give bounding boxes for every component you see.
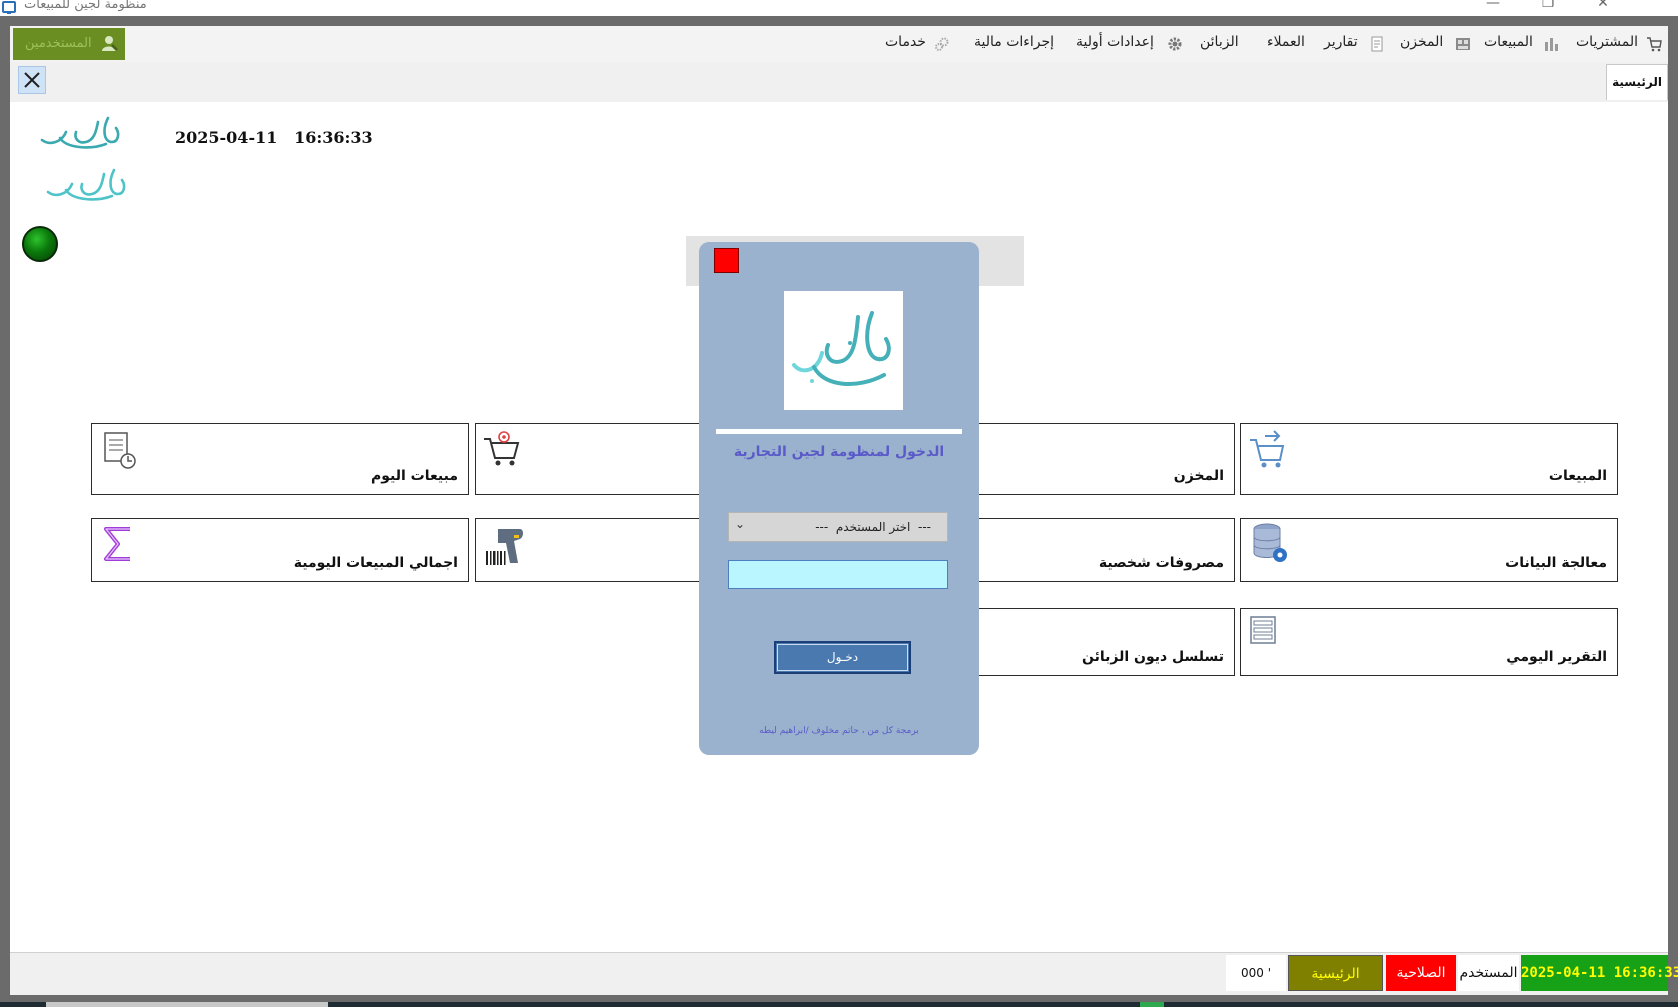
cart-arrow-icon xyxy=(1250,430,1285,468)
login-button[interactable]: دخـول xyxy=(774,641,911,674)
card-today-sales[interactable]: مبيعات اليوم xyxy=(91,423,469,495)
status-code-mark: ' xyxy=(1267,966,1272,980)
main-datetime: 2025-04-11 16:36:33 xyxy=(175,128,373,147)
card-store[interactable]: المخزن xyxy=(965,423,1235,495)
status-user-label: المستخدم xyxy=(1458,955,1519,991)
chevron-down-icon: ⌄ xyxy=(735,517,746,531)
user-select[interactable]: --- اختر المستخدم --- ⌄ xyxy=(728,512,948,542)
close-tab-button[interactable] xyxy=(18,66,46,94)
minimize-button[interactable]: — xyxy=(1470,0,1516,15)
close-icon xyxy=(24,72,40,88)
card-daily-report[interactable]: التقرير اليومي xyxy=(1240,608,1618,676)
barcode-scanner-icon xyxy=(486,529,523,565)
status-indicator xyxy=(22,226,58,262)
window-frame-left xyxy=(0,16,10,1007)
title-bar: منظومة لجين للمبيعات — ❐ ✕ xyxy=(0,0,1678,16)
sales-document-icon xyxy=(104,432,136,469)
users-button-label: المستخدمين xyxy=(25,36,92,51)
menu-reports[interactable]: تقارير xyxy=(1324,34,1358,56)
dialog-close-button[interactable] xyxy=(714,248,739,273)
card-personal-expenses-label: مصروفات شخصية xyxy=(1098,555,1224,571)
report-grid-icon xyxy=(1250,616,1276,644)
password-input[interactable] xyxy=(728,560,948,589)
card-customer-debts[interactable]: تسلسل ديون الزبائن xyxy=(965,608,1235,676)
main-time: 16:36:33 xyxy=(294,128,373,147)
window-title: منظومة لجين للمبيعات xyxy=(24,0,147,12)
menu-purchases[interactable]: المشتريات xyxy=(1576,34,1638,56)
window-frame-right xyxy=(1668,16,1678,1007)
menu-initial-settings[interactable]: إعدادات أولية xyxy=(1076,34,1154,56)
menu-financial-procedures[interactable]: إجراءات مالية xyxy=(974,34,1054,56)
card-daily-sales-total-label: اجمالي المبيعات اليومية xyxy=(293,555,458,571)
status-code-value: 000 xyxy=(1240,966,1264,980)
status-datetime: 2025-04-11 16:36:33 xyxy=(1521,955,1678,991)
taskbar-segment xyxy=(46,1002,328,1007)
cart-icon xyxy=(1647,37,1662,52)
chart-icon xyxy=(1545,38,1558,51)
lujain-logo xyxy=(40,116,126,201)
app-monitor-icon xyxy=(2,1,16,14)
menu-customers[interactable]: الزبائن xyxy=(1200,34,1239,56)
users-button[interactable]: المستخدمين xyxy=(13,28,125,60)
login-logo xyxy=(784,291,903,410)
tab-strip xyxy=(10,62,1668,102)
window-close-button[interactable]: ✕ xyxy=(1580,0,1626,15)
menu-store[interactable]: المخزن xyxy=(1400,34,1443,56)
card-barcode[interactable] xyxy=(475,518,715,582)
menu-clients[interactable]: العملاء xyxy=(1267,34,1305,56)
sigma-icon xyxy=(104,527,130,561)
card-customer-debts-label: تسلسل ديون الزبائن xyxy=(1081,649,1224,665)
card-daily-sales-total[interactable]: اجمالي المبيعات اليومية xyxy=(91,518,469,582)
login-title: الدخول لمنظومة لجين التجارية xyxy=(733,444,945,460)
card-cart[interactable] xyxy=(475,423,715,495)
maximize-button[interactable]: ❐ xyxy=(1525,0,1571,15)
taskbar-strip xyxy=(0,1002,1678,1007)
card-sales[interactable]: المبيعات xyxy=(1240,423,1618,495)
window-frame-top xyxy=(0,16,1678,26)
dialog-divider xyxy=(716,429,962,434)
menu-services[interactable]: خدمات xyxy=(885,34,926,56)
card-data-processing-label: معالجة البيانات xyxy=(1505,555,1607,571)
database-gear-icon xyxy=(1253,523,1287,562)
card-store-label: المخزن xyxy=(1173,468,1224,484)
menu-sales[interactable]: المبيعات xyxy=(1484,34,1533,56)
status-home-button[interactable]: الرئيسية xyxy=(1288,955,1383,991)
user-select-value: --- اختر المستخدم --- xyxy=(815,520,931,534)
card-daily-report-label: التقرير اليومي xyxy=(1506,649,1607,665)
taskbar-indicator xyxy=(1140,1002,1164,1007)
card-today-sales-label: مبيعات اليوم xyxy=(370,468,458,484)
cart-target-icon xyxy=(484,431,520,466)
user-icon xyxy=(102,36,118,51)
store-icon xyxy=(1456,38,1470,50)
status-code: 000 ' xyxy=(1226,955,1286,991)
tab-home[interactable]: الرئيسية xyxy=(1606,64,1668,100)
app-window: منظومة لجين للمبيعات — ❐ ✕ المستخدمين ال… xyxy=(0,0,1678,1007)
credits-text: برمجة كل من ، حاتم مخلوف /ابراهيم ليطه xyxy=(759,726,919,736)
status-permission: الصلاحية xyxy=(1386,955,1456,991)
gears-icon xyxy=(935,37,949,51)
card-sales-label: المبيعات xyxy=(1548,468,1607,484)
main-date: 2025-04-11 xyxy=(175,128,278,147)
report-icon xyxy=(1371,36,1383,52)
gear-icon xyxy=(1168,37,1182,51)
card-personal-expenses[interactable]: مصروفات شخصية xyxy=(965,518,1235,582)
card-data-processing[interactable]: معالجة البيانات xyxy=(1240,518,1618,582)
